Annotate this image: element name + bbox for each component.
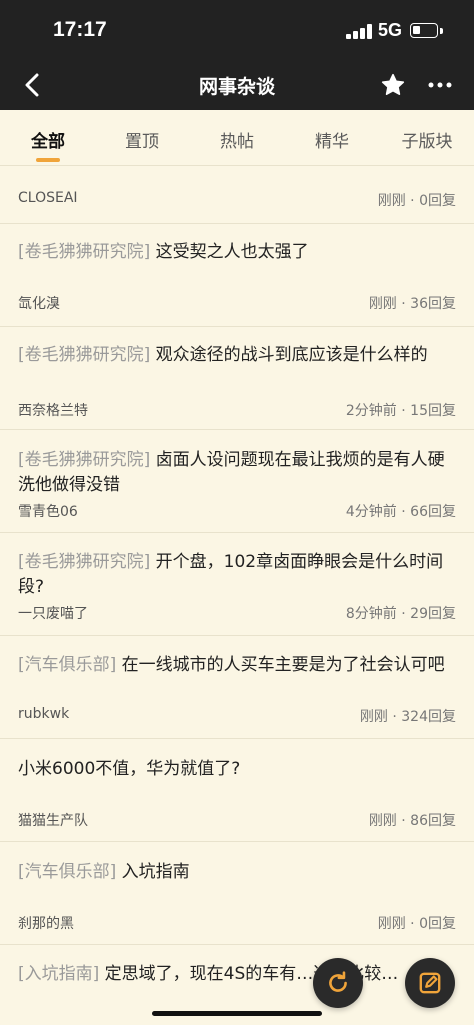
post-title: 小米6000不值，华为就值了?: [18, 759, 241, 779]
tab-bar: 全部 置顶 热帖 精华 子版块: [0, 110, 474, 166]
compose-icon: [419, 972, 441, 994]
post-meta: 2分钟前 · 15回复: [345, 403, 456, 419]
home-indicator: [152, 1011, 322, 1016]
post-author: 雪青色06: [18, 504, 78, 520]
tab-all[interactable]: 全部: [8, 127, 88, 152]
post-title: [汽车俱乐部] 入坑指南: [18, 862, 190, 882]
star-icon: [381, 73, 405, 96]
post-meta: 刚刚 · 36回复: [368, 296, 456, 312]
post-title: [汽车俱乐部] 在一线城市的人买车主要是为了社会认可吧: [18, 655, 445, 675]
post-author: 氙化溴: [18, 296, 60, 312]
status-time: 17:17: [53, 18, 107, 41]
post-title: [卷毛狒狒研究院] 观众途径的战斗到底应该是什么样的: [18, 345, 428, 365]
post-meta: 4分钟前 · 66回复: [345, 504, 456, 520]
post-author: 一只废喵了: [18, 606, 88, 622]
tab-featured[interactable]: 精华: [292, 127, 372, 152]
post-author: rubkwk: [18, 706, 70, 722]
network-type: 5G: [378, 20, 403, 40]
post-title: [入坑指南] 定思域了，现在4S的车有…选择比较…: [18, 964, 399, 984]
post-title: CLOSEAI: [18, 190, 78, 206]
list-item[interactable]: [汽车俱乐部] 在一线城市的人买车主要是为了社会认可吧 rubkwk 刚刚 · …: [0, 636, 474, 739]
tab-pinned[interactable]: 置顶: [102, 127, 182, 152]
post-author: 猫猫生产队: [18, 813, 88, 829]
more-dots-icon: [428, 82, 452, 88]
post-author: 西奈格兰特: [18, 403, 88, 419]
post-meta: 刚刚 · 0回复: [377, 916, 456, 932]
list-item[interactable]: [汽车俱乐部] 入坑指南 刹那的黑 刚刚 · 0回复: [0, 842, 474, 945]
tab-hot[interactable]: 热帖: [197, 127, 277, 152]
post-meta: 刚刚 · 86回复: [368, 813, 456, 829]
tab-subforums[interactable]: 子版块: [387, 127, 467, 152]
nav-bar: 网事杂谈: [0, 60, 474, 110]
post-title: [卷毛狒狒研究院] 卤面人设问题现在最让我烦的是有人硬洗他做得没错: [18, 450, 445, 495]
battery-icon: [410, 23, 438, 38]
list-item[interactable]: CLOSEAI 刚刚 · 0回复: [0, 167, 474, 224]
list-item[interactable]: [卷毛狒狒研究院] 卤面人设问题现在最让我烦的是有人硬洗他做得没错 雪青色06 …: [0, 430, 474, 533]
battery-tip: [440, 28, 443, 34]
status-bar: 17:17 5G: [0, 0, 474, 60]
post-meta: 8分钟前 · 29回复: [345, 606, 456, 622]
compose-button[interactable]: [405, 958, 455, 1008]
list-item[interactable]: [卷毛狒狒研究院] 开个盘，102章卤面睁眼会是什么时间段? 一只废喵了 8分钟…: [0, 533, 474, 636]
post-meta: 刚刚 · 0回复: [377, 193, 456, 209]
favorite-button[interactable]: [377, 69, 409, 101]
list-item[interactable]: 小米6000不值，华为就值了? 猫猫生产队 刚刚 · 86回复: [0, 739, 474, 842]
post-title: [卷毛狒狒研究院] 开个盘，102章卤面睁眼会是什么时间段?: [18, 552, 444, 597]
refresh-button[interactable]: [313, 958, 363, 1008]
post-title: [卷毛狒狒研究院] 这受契之人也太强了: [18, 242, 309, 262]
tab-active-indicator: [36, 158, 60, 162]
post-author: 刹那的黑: [18, 916, 74, 932]
refresh-icon: [329, 971, 347, 992]
more-button[interactable]: [424, 69, 456, 101]
post-meta: 刚刚 · 324回复: [359, 709, 456, 725]
list-item[interactable]: [卷毛狒狒研究院] 这受契之人也太强了 氙化溴 刚刚 · 36回复: [0, 224, 474, 327]
signal-icon: [346, 24, 372, 39]
list-item[interactable]: [卷毛狒狒研究院] 观众途径的战斗到底应该是什么样的 西奈格兰特 2分钟前 · …: [0, 327, 474, 430]
